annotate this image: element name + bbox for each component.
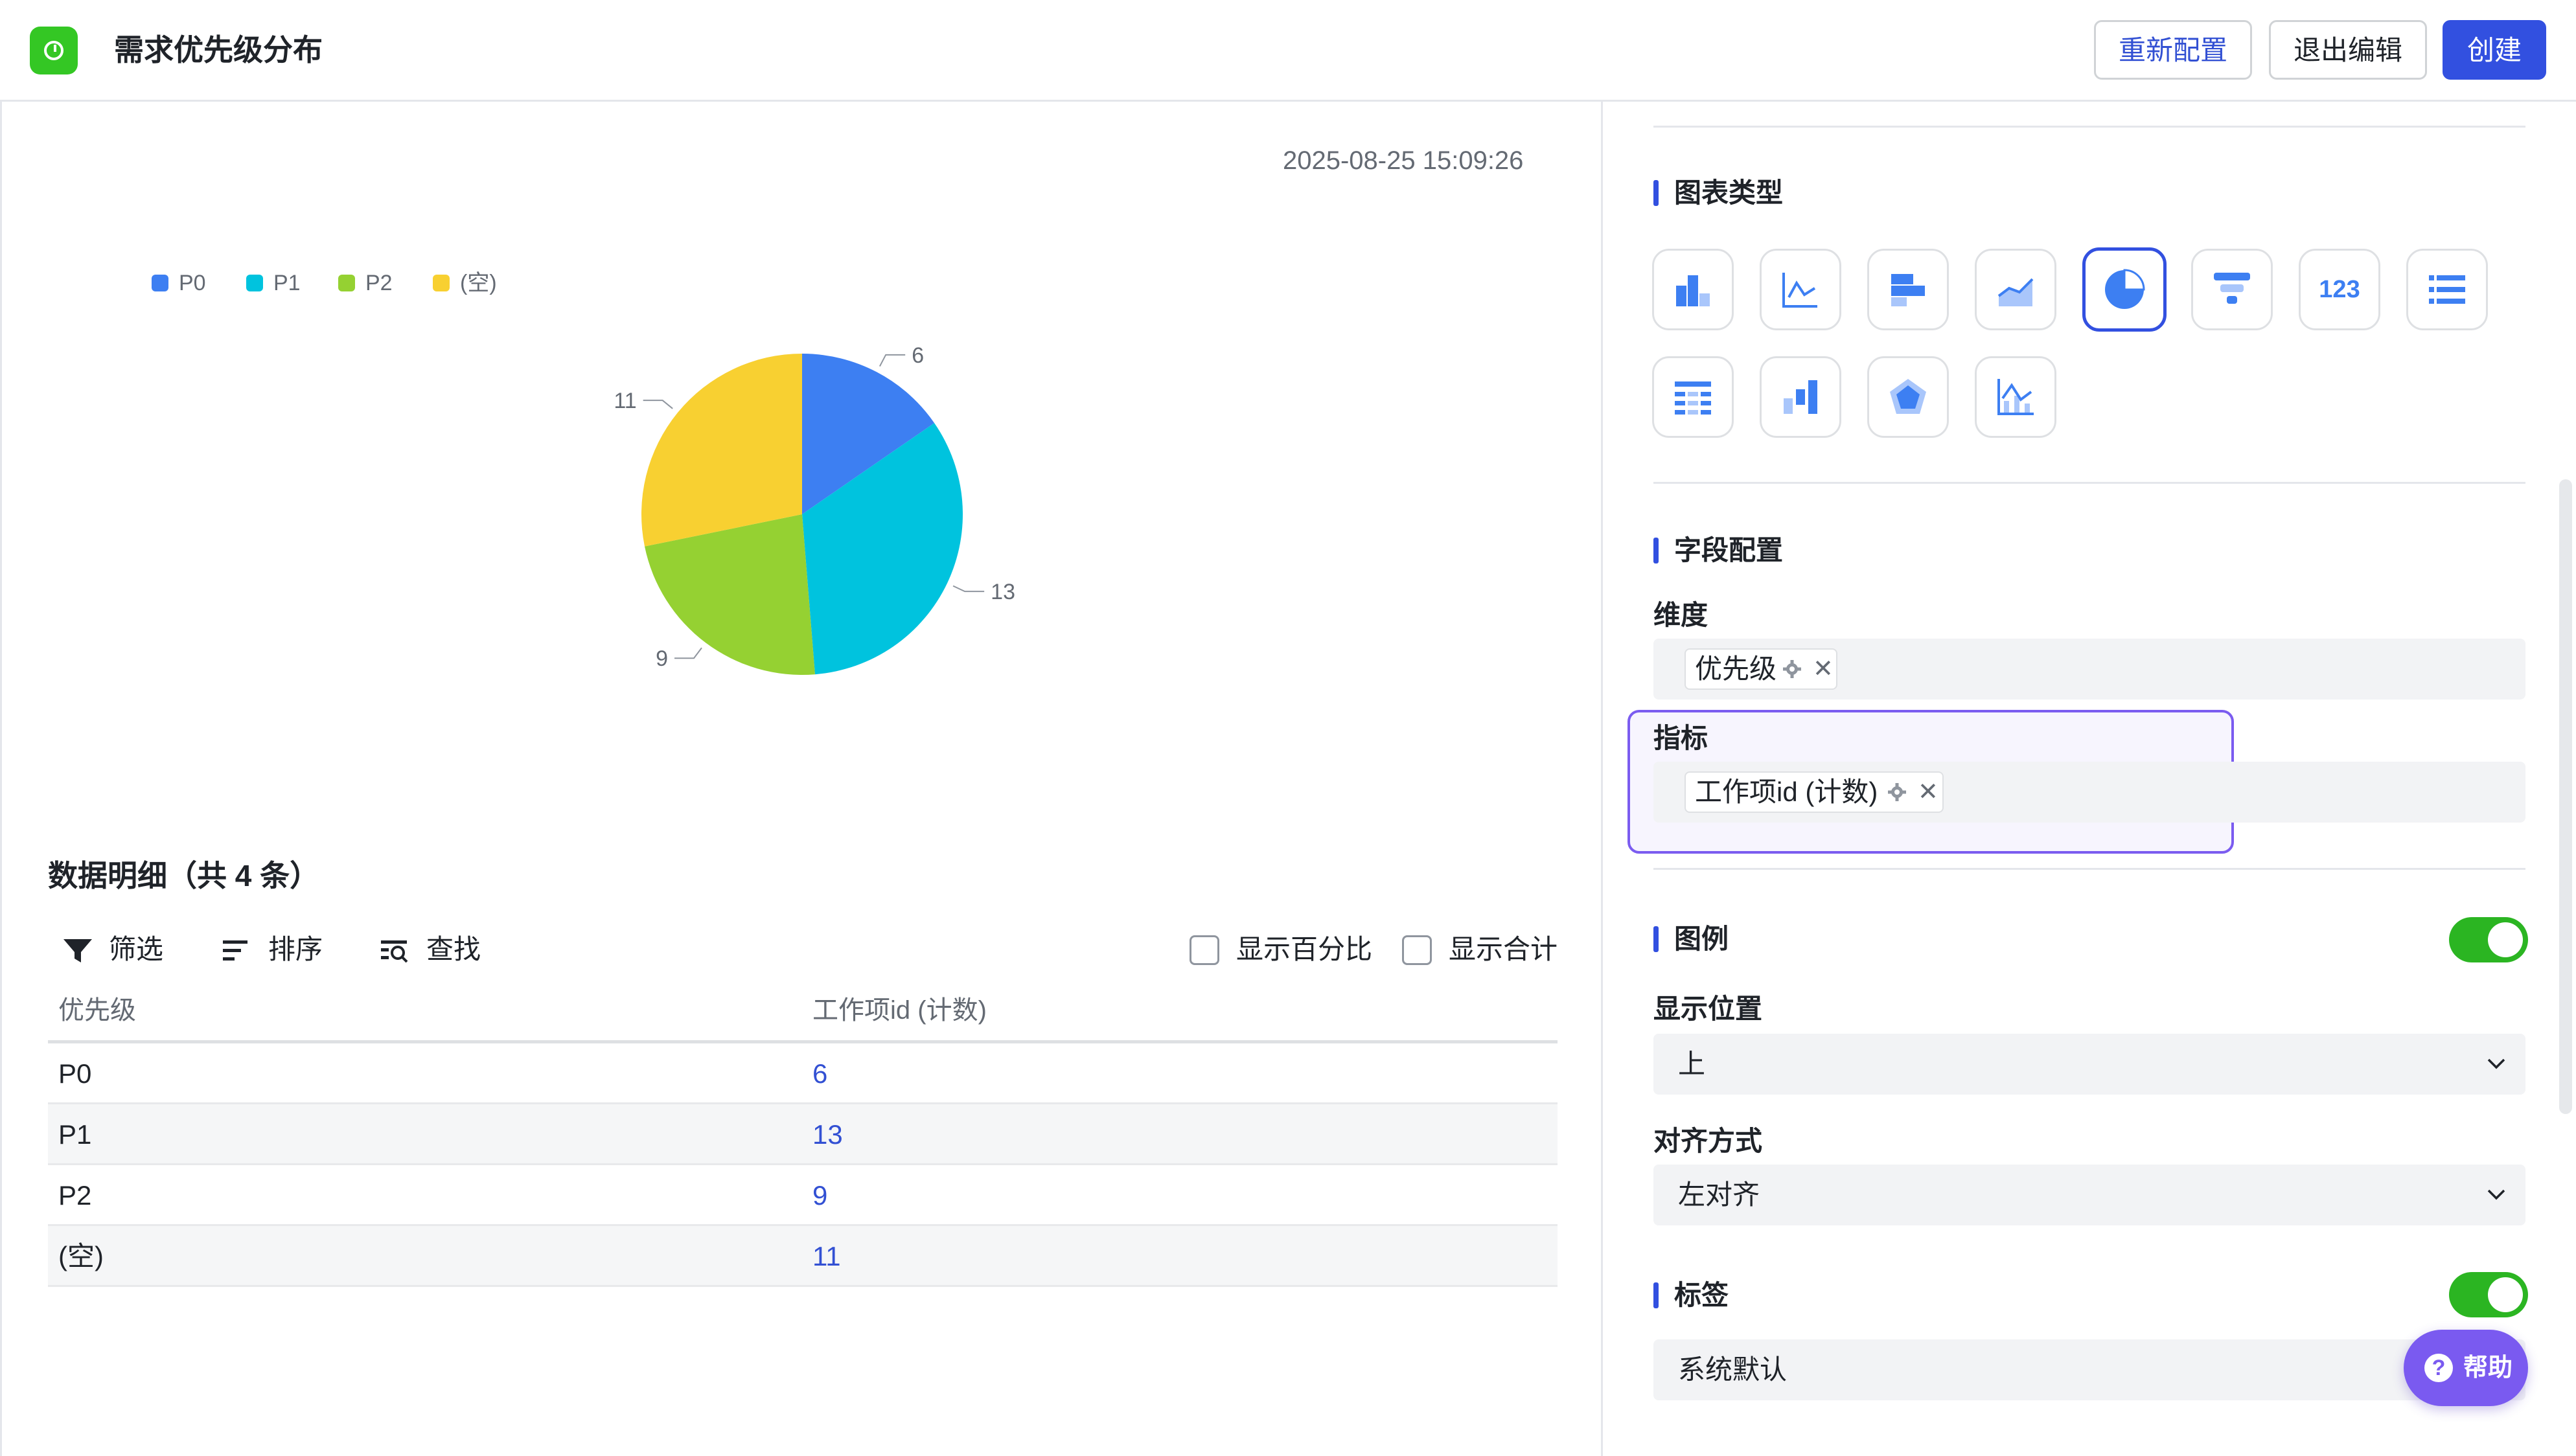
divider — [1653, 126, 2525, 128]
legend-item-p0[interactable]: P0 — [152, 267, 223, 299]
pie-leader-line — [643, 400, 673, 409]
show-total-checkbox[interactable] — [1402, 935, 1432, 965]
reconfigure-button[interactable]: 重新配置 — [2094, 20, 2252, 80]
pie-data-label: 11 — [614, 389, 636, 413]
chevron-down-icon — [2487, 1189, 2505, 1200]
divider — [1653, 868, 2525, 870]
close-icon[interactable]: ✕ — [1918, 773, 1938, 812]
legend-item-empty[interactable]: (空) — [433, 267, 517, 299]
label-toggle[interactable] — [2449, 1272, 2528, 1317]
count-link[interactable]: 13 — [812, 1104, 843, 1165]
horizontal-bar-icon[interactable] — [1867, 249, 1949, 330]
table-row: P1 13 — [48, 1104, 1558, 1165]
app-logo-icon — [30, 27, 78, 74]
position-select[interactable]: 上 — [1653, 1034, 2525, 1095]
pie-leader-line — [879, 354, 906, 367]
table-row: P2 9 — [48, 1165, 1558, 1226]
exit-edit-button[interactable]: 退出编辑 — [2269, 20, 2427, 80]
show-percent-label: 显示百分比 — [1236, 934, 1373, 964]
show-percent-checkbox[interactable] — [1190, 935, 1219, 965]
legend-item-p1[interactable]: P1 — [246, 267, 317, 299]
label-select[interactable]: 系统默认 — [1653, 1339, 2525, 1400]
filter-icon — [63, 939, 92, 962]
pie-leader-line — [952, 585, 985, 593]
pie-data-label: 6 — [912, 343, 924, 368]
sort-icon — [223, 940, 247, 961]
page-title: 需求优先级分布 — [114, 33, 323, 67]
scrollbar[interactable] — [2559, 479, 2572, 1114]
table-row: P0 6 — [48, 1043, 1558, 1104]
position-label: 显示位置 — [1653, 994, 1763, 1024]
metric-drop-zone[interactable]: 工作项id (计数) ✕ — [1653, 762, 2525, 823]
gear-icon[interactable] — [1887, 782, 1907, 802]
pie-slice-(空)[interactable] — [641, 354, 802, 547]
line-chart-icon[interactable] — [1760, 249, 1841, 330]
dimension-drop-zone[interactable]: 优先级 ✕ — [1653, 639, 2525, 700]
legend-toggle[interactable] — [2449, 917, 2528, 962]
divider — [1653, 482, 2525, 484]
combo-chart-icon[interactable] — [1975, 356, 2056, 438]
column-header-count[interactable]: 工作项id (计数) — [812, 978, 987, 1043]
chart-legend: P0 P1 P2 (空) — [152, 267, 514, 299]
data-details-title: 数据明细（共 4 条） — [48, 859, 320, 893]
filter-button[interactable]: 筛选 — [62, 930, 172, 969]
gear-icon[interactable] — [1782, 659, 1802, 679]
sort-button[interactable]: 排序 — [222, 930, 332, 969]
chart-timestamp: 2025-08-25 15:09:26 — [1283, 146, 1524, 175]
pie-data-label: 13 — [991, 580, 1015, 604]
count-link[interactable]: 9 — [812, 1165, 827, 1226]
pie-chart-icon[interactable] — [2082, 247, 2167, 332]
metric-tag[interactable]: 工作项id (计数) ✕ — [1685, 771, 1944, 813]
help-button[interactable]: ? 帮助 — [2404, 1330, 2528, 1406]
waterfall-icon[interactable] — [1760, 356, 1841, 438]
pie-data-label: 9 — [656, 646, 668, 671]
pie-leader-line — [674, 647, 702, 659]
show-total-label: 显示合计 — [1449, 934, 1558, 964]
radar-icon[interactable] — [1867, 356, 1949, 438]
pie-chart: 6 13 9 11 — [583, 324, 1075, 712]
column-header-priority[interactable]: 优先级 — [58, 978, 136, 1043]
create-button[interactable]: 创建 — [2443, 20, 2546, 80]
svg-text:123: 123 — [2319, 276, 2360, 303]
table-icon[interactable] — [1652, 356, 1734, 438]
area-chart-icon[interactable] — [1975, 249, 2056, 330]
align-select[interactable]: 左对齐 — [1653, 1165, 2525, 1225]
dimension-label: 维度 — [1653, 600, 1708, 630]
align-label: 对齐方式 — [1653, 1126, 1763, 1156]
bar-chart-icon[interactable] — [1652, 249, 1734, 330]
table-row: (空) 11 — [48, 1226, 1558, 1287]
metric-label: 指标 — [1653, 723, 1708, 753]
top-bar: 需求优先级分布 重新配置 退出编辑 创建 — [0, 0, 2576, 102]
chevron-down-icon — [2487, 1058, 2505, 1069]
dimension-tag[interactable]: 优先级 ✕ — [1685, 648, 1837, 690]
question-icon: ? — [2424, 1354, 2453, 1382]
number-card-icon[interactable]: 123 — [2299, 249, 2380, 330]
close-icon[interactable]: ✕ — [1813, 650, 1834, 688]
count-link[interactable]: 11 — [812, 1226, 841, 1287]
funnel-icon[interactable] — [2191, 249, 2273, 330]
find-icon — [381, 940, 408, 963]
find-button[interactable]: 查找 — [380, 930, 490, 969]
count-link[interactable]: 6 — [812, 1043, 827, 1104]
legend-item-p2[interactable]: P2 — [338, 267, 409, 299]
list-icon[interactable] — [2406, 249, 2488, 330]
